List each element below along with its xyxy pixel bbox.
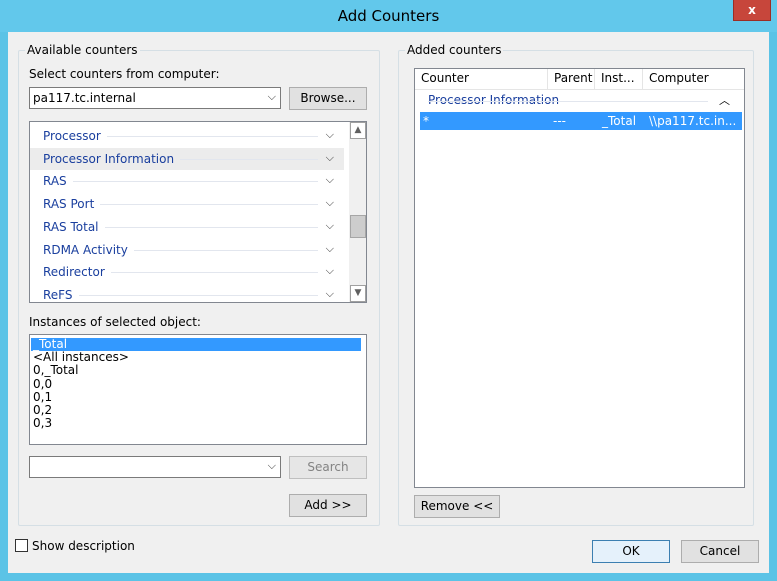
- chevron-down-icon[interactable]: ⌵: [326, 173, 334, 187]
- row-parent: ---: [553, 114, 566, 128]
- object-item-label: RAS: [43, 174, 73, 189]
- column-parent[interactable]: Parent: [548, 69, 595, 89]
- available-counters-legend: Available counters: [25, 43, 140, 57]
- object-item-label: Redirector: [43, 265, 111, 280]
- divider: [43, 181, 318, 183]
- add-button[interactable]: Add >>: [289, 494, 367, 517]
- divider: [43, 294, 318, 296]
- chevron-down-icon[interactable]: ⌵: [326, 151, 334, 165]
- cancel-button[interactable]: Cancel: [681, 540, 759, 563]
- added-counters-group: Added counters Counter Parent Inst... Co…: [398, 43, 754, 526]
- object-item-label: Processor Information: [43, 151, 181, 166]
- instance-item[interactable]: _Total: [31, 338, 361, 351]
- row-counter: *: [423, 114, 429, 128]
- object-item-label: RAS Port: [43, 197, 101, 212]
- counter-group-header[interactable]: Processor Information ︿: [415, 91, 744, 109]
- object-item-label: ReFS: [43, 287, 79, 302]
- object-item[interactable]: RAS Port ⌵: [30, 193, 344, 215]
- row-instance: _Total: [602, 114, 637, 128]
- chevron-down-icon[interactable]: ⌵: [326, 128, 334, 142]
- chevron-down-icon[interactable]: ⌵: [326, 287, 334, 301]
- added-counter-row[interactable]: * --- _Total \\pa117.tc.in...: [420, 112, 742, 130]
- object-item-label: RAS Total: [43, 219, 105, 234]
- instances-label: Instances of selected object:: [29, 315, 201, 329]
- show-description-label[interactable]: Show description: [32, 539, 135, 553]
- available-counters-group: Available counters Select counters from …: [18, 43, 380, 526]
- added-counters-list[interactable]: Counter Parent Inst... Computer Processo…: [414, 68, 745, 488]
- instances-list[interactable]: _Total <All instances> 0,_Total 0,0 0,1 0,2 0,…: [29, 334, 367, 445]
- instance-search-combobox[interactable]: ⌵: [29, 456, 281, 478]
- ok-button[interactable]: OK: [592, 540, 670, 563]
- object-item-label: RDMA Activity: [43, 242, 134, 257]
- title-bar[interactable]: Add Counters x: [0, 0, 777, 32]
- object-list-scrollbar[interactable]: ▲ ▼: [349, 122, 366, 302]
- column-instance[interactable]: Inst...: [595, 69, 643, 89]
- column-header: Counter Parent Inst... Computer: [415, 69, 744, 90]
- row-computer: \\pa117.tc.in...: [649, 114, 737, 128]
- object-item[interactable]: Processor ⌵: [30, 125, 344, 147]
- scroll-thumb[interactable]: [350, 215, 366, 238]
- instance-item[interactable]: 0,_Total: [31, 364, 361, 377]
- scroll-up-icon[interactable]: ▲: [350, 122, 366, 139]
- column-counter[interactable]: Counter: [415, 69, 548, 89]
- object-item[interactable]: RAS ⌵: [30, 170, 344, 192]
- object-item[interactable]: ReFS ⌵: [30, 284, 344, 302]
- object-item[interactable]: RDMA Activity ⌵: [30, 239, 344, 261]
- search-button[interactable]: Search: [289, 456, 367, 479]
- chevron-down-icon[interactable]: ⌵: [326, 242, 334, 256]
- chevron-down-icon[interactable]: ⌵: [326, 219, 334, 233]
- counter-group-name: Processor Information: [428, 93, 565, 107]
- performance-object-list[interactable]: Processor ⌵ Processor Information ⌵ RAS ⌵ RAS …: [29, 121, 367, 303]
- chevron-down-icon[interactable]: ⌵: [268, 90, 276, 104]
- computer-combobox[interactable]: pa117.tc.internal ⌵: [29, 87, 281, 109]
- close-button[interactable]: x: [733, 0, 771, 21]
- object-item[interactable]: RAS Total ⌵: [30, 216, 344, 238]
- object-item-label: Processor: [43, 129, 107, 143]
- chevron-down-icon[interactable]: ⌵: [268, 459, 276, 473]
- instance-item[interactable]: 0,2: [31, 404, 361, 417]
- instance-item[interactable]: <All instances>: [31, 351, 361, 364]
- browse-button[interactable]: Browse...: [289, 87, 367, 110]
- object-item[interactable]: Redirector ⌵: [30, 261, 344, 283]
- scroll-down-icon[interactable]: ▼: [350, 285, 366, 302]
- column-computer[interactable]: Computer: [643, 69, 741, 89]
- select-computer-label: Select counters from computer:: [29, 67, 220, 81]
- instance-item[interactable]: 0,3: [31, 417, 361, 430]
- instance-item[interactable]: 0,1: [31, 390, 361, 404]
- computer-value: pa117.tc.internal: [33, 91, 136, 105]
- chevron-up-icon[interactable]: ︿: [719, 92, 730, 108]
- window-title: Add Counters: [337, 7, 440, 25]
- chevron-down-icon[interactable]: ⌵: [326, 264, 334, 278]
- instance-item[interactable]: 0,0: [31, 377, 361, 391]
- added-counters-legend: Added counters: [405, 43, 504, 57]
- dialog-body: Available counters Select counters from …: [8, 32, 769, 573]
- group-divider: [428, 101, 708, 102]
- remove-button[interactable]: Remove <<: [414, 495, 500, 518]
- chevron-down-icon[interactable]: ⌵: [326, 196, 334, 210]
- show-description-checkbox[interactable]: [15, 539, 28, 552]
- object-item[interactable]: Processor Information ⌵: [30, 147, 344, 170]
